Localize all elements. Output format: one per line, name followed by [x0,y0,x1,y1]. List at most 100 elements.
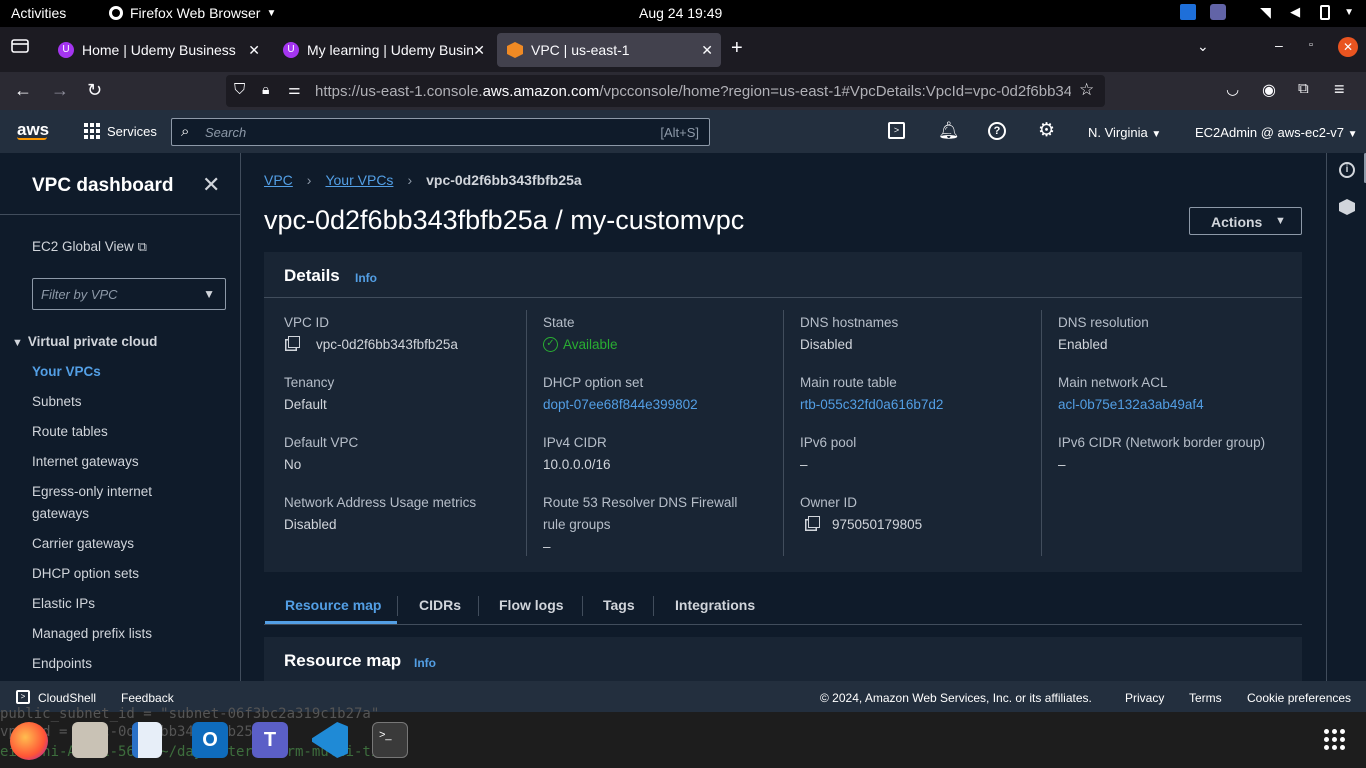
app-menu[interactable]: Firefox Web Browser ▼ [108,5,276,21]
tab-integrations[interactable]: Integrations [675,597,755,613]
bookmark-star-icon[interactable]: ☆ [1079,80,1094,100]
main-acl-link[interactable]: acl-0b75e132a3ab49af4 [1058,397,1204,412]
details-title: Details [284,266,340,285]
search-icon: ⌕ [181,123,190,140]
main-rt-link[interactable]: rtb-055c32fd0a616b7d2 [800,397,943,412]
extensions-icon[interactable]: ⧉ [1298,80,1309,97]
close-icon[interactable]: ✕ [248,42,260,59]
actions-button[interactable]: Actions ▼ [1189,207,1302,235]
terms-link[interactable]: Terms [1189,691,1222,705]
ec2-global-view-link[interactable]: EC2 Global View ⧉ [32,239,147,255]
dns-hostnames-value: Disabled [800,337,853,352]
browser-tab-strip: U Home | Udemy Business ✕ U My learning … [0,27,1366,72]
aws-search-input[interactable]: ⌕ Search [Alt+S] [171,118,710,146]
tab-separator [582,596,583,616]
tab-udemy-learning[interactable]: U My learning | Udemy Business ✕ [273,33,493,67]
q-assistant-icon[interactable] [1339,199,1355,215]
grid-icon [84,123,100,139]
aws-logo-icon[interactable]: aws [17,120,49,140]
resource-map-info-link[interactable]: Info [414,656,436,670]
close-icon[interactable]: ✕ [701,42,713,59]
terminal-dock-icon[interactable]: >_ [372,722,408,758]
filter-by-vpc-select[interactable]: Filter by VPC ▼ [32,278,226,310]
activities-button[interactable]: Activities [11,5,66,21]
forward-icon[interactable]: → [51,80,69,101]
url-text[interactable]: https://us-east-1.console.aws.amazon.com… [315,83,1071,100]
writer-dock-icon[interactable] [132,722,162,758]
list-all-tabs-icon[interactable]: ⌄ [1197,38,1209,55]
tab-title: VPC | us-east-1 [531,42,630,58]
shield-icon[interactable]: ⛉ [234,81,245,98]
cloudshell-icon[interactable]: > [888,122,905,139]
copy-icon[interactable] [288,336,300,348]
breadcrumb-your-vpcs[interactable]: Your VPCs [325,172,393,188]
permissions-icon[interactable]: ⚌ [288,81,301,98]
lock-icon[interactable]: 🔒︎ [262,81,269,98]
caret-down-icon: ▼ [203,287,215,301]
close-sidebar-icon[interactable]: ✕ [202,172,220,198]
cookie-preferences-link[interactable]: Cookie preferences [1247,691,1351,705]
app-menu-label: Firefox Web Browser [130,5,261,21]
teams-dock-icon[interactable]: T [252,722,288,758]
privacy-link[interactable]: Privacy [1125,691,1164,705]
system-tray[interactable]: ◥ ◀ ▼ [1180,4,1354,20]
details-info-link[interactable]: Info [355,271,377,285]
account-menu[interactable]: EC2Admin @ aws-ec2-v7 ▼ [1195,125,1358,140]
sidebar-item-endpoints[interactable]: Endpoints [32,656,92,671]
wifi-icon: ◥ [1260,4,1271,20]
close-window-button[interactable]: ✕ [1338,37,1358,57]
minimize-button[interactable]: – [1275,37,1283,53]
pocket-icon[interactable]: ◡ [1226,80,1239,98]
dhcp-link[interactable]: dopt-07ee68f844e399802 [543,397,698,412]
sidebar-item-egress-only-2[interactable]: gateways [32,506,89,521]
url-bar[interactable]: ⛉ 🔒︎ ⚌ https://us-east-1.console.aws.ama… [226,75,1105,107]
tab-list-icon[interactable] [11,38,29,59]
new-tab-button[interactable]: + [731,37,743,60]
files-dock-icon[interactable] [72,722,108,758]
sidebar-item-egress-only-1[interactable]: Egress-only internet [32,484,152,499]
maximize-button[interactable]: ▫ [1309,39,1313,51]
clock[interactable]: Aug 24 19:49 [639,5,722,21]
teams-tray-icon[interactable] [1210,4,1227,20]
right-rail: i [1326,153,1366,681]
tab-cidrs[interactable]: CIDRs [419,597,461,613]
help-icon[interactable]: ? [988,122,1006,140]
account-icon[interactable]: ◉ [1262,80,1276,100]
menu-icon[interactable]: ≡ [1334,79,1345,100]
show-apps-icon[interactable] [1324,729,1345,750]
sidebar-item-elastic-ips[interactable]: Elastic IPs [32,596,95,611]
sidebar-item-your-vpcs[interactable]: Your VPCs [32,364,101,379]
sidebar-item-dhcp-option-sets[interactable]: DHCP option sets [32,566,139,581]
scrollbar[interactable] [1321,155,1325,679]
tab-resource-map[interactable]: Resource map [285,597,381,613]
notifications-icon[interactable]: 🔔︎ [938,121,960,141]
tab-flow-logs[interactable]: Flow logs [499,597,564,613]
section-toggle[interactable]: ▼ Virtual private cloud [12,334,157,349]
reload-icon[interactable]: ↻ [87,80,102,101]
copy-icon[interactable] [808,516,820,528]
tab-tags[interactable]: Tags [603,597,635,613]
settings-gear-icon[interactable]: ⚙ [1038,119,1055,142]
feedback-link[interactable]: Feedback [121,691,174,705]
info-panel-icon[interactable]: i [1339,162,1355,178]
firefox-dock-icon[interactable] [10,722,48,760]
breadcrumb-vpc[interactable]: VPC [264,172,293,188]
close-icon[interactable]: ✕ [473,42,485,59]
tab-udemy-home[interactable]: U Home | Udemy Business ✕ [48,33,268,67]
browser-nav-bar: ← → ↻ ⛉ 🔒︎ ⚌ https://us-east-1.console.a… [0,72,1366,110]
sidebar-item-managed-prefix-lists[interactable]: Managed prefix lists [32,626,152,641]
services-menu[interactable]: Services [84,123,157,139]
region-selector[interactable]: N. Virginia ▼ [1088,125,1161,140]
sidebar-item-carrier-gateways[interactable]: Carrier gateways [32,536,134,551]
sidebar-title[interactable]: VPC dashboard [32,175,173,197]
sidebar-item-internet-gateways[interactable]: Internet gateways [32,454,139,469]
vpc-id-value: vpc-0d2f6bb343fbfb25a [316,337,458,352]
sidebar-item-subnets[interactable]: Subnets [32,394,82,409]
outlook-tray-icon[interactable] [1180,4,1197,20]
cloudshell-link[interactable]: CloudShell [38,691,96,705]
sidebar-item-route-tables[interactable]: Route tables [32,424,108,439]
ipv6-cidr-label: IPv6 CIDR (Network border group) [1058,435,1266,450]
back-icon[interactable]: ← [14,80,32,101]
outlook-dock-icon[interactable]: O [192,722,228,758]
tab-vpc[interactable]: VPC | us-east-1 ✕ [497,33,721,67]
